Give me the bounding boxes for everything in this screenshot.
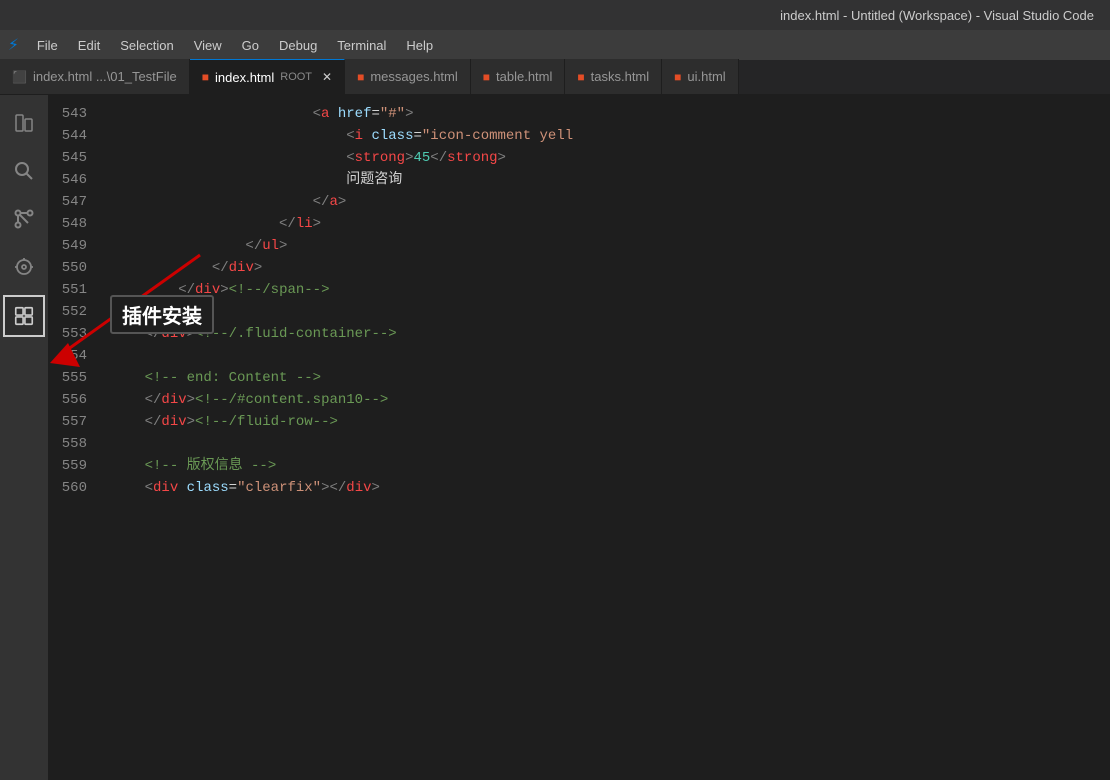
tab-badge: ROOT — [280, 71, 312, 83]
source-control-icon[interactable] — [4, 199, 44, 239]
tab-bar: ⬛ index.html ...\01_TestFile ■ index.htm… — [0, 60, 1110, 95]
code-content: <a href="#"> <i class="icon-comment yell… — [103, 103, 1110, 780]
line-num-545: 545 — [48, 147, 87, 169]
line-num-549: 549 — [48, 235, 87, 257]
code-line-547: </a> — [111, 191, 1110, 213]
menu-file[interactable]: File — [27, 34, 68, 57]
vscode-logo: ⚡ — [8, 34, 19, 56]
debug-icon[interactable] — [4, 247, 44, 287]
code-line-548: </li> — [111, 213, 1110, 235]
line-num-556: 556 — [48, 389, 87, 411]
code-line-554 — [111, 345, 1110, 367]
line-num-555: 555 — [48, 367, 87, 389]
line-num-552: 552 — [48, 301, 87, 323]
line-num-546: 546 — [48, 169, 87, 191]
code-editor[interactable]: 543 544 545 546 547 548 549 550 551 552 … — [48, 95, 1110, 780]
line-num-559: 559 — [48, 455, 87, 477]
code-line-549: </ul> — [111, 235, 1110, 257]
menu-go[interactable]: Go — [232, 34, 269, 57]
editor-area: 543 544 545 546 547 548 549 550 551 552 … — [48, 95, 1110, 780]
line-num-557: 557 — [48, 411, 87, 433]
code-line-555: <!-- end: Content --> — [111, 367, 1110, 389]
menu-help[interactable]: Help — [396, 34, 443, 57]
tab-label-6: ui.html — [687, 69, 725, 84]
title-bar: index.html - Untitled (Workspace) - Visu… — [0, 0, 1110, 30]
tab-label-1: index.html ...\01_TestFile — [33, 69, 177, 84]
line-num-550: 550 — [48, 257, 87, 279]
menu-selection[interactable]: Selection — [110, 34, 183, 57]
line-num-560: 560 — [48, 477, 87, 499]
code-line-559: <!-- 版权信息 --> — [111, 455, 1110, 477]
line-num-551: 551 — [48, 279, 87, 301]
tab-messages[interactable]: ■ messages.html — [345, 59, 471, 94]
code-line-546: 问题咨询 — [111, 169, 1110, 191]
extensions-icon[interactable] — [3, 295, 45, 337]
tab-label-2: index.html — [215, 70, 274, 85]
search-icon[interactable] — [4, 151, 44, 191]
tab-ui[interactable]: ■ ui.html — [662, 59, 739, 94]
tab-label-4: table.html — [496, 69, 552, 84]
menu-view[interactable]: View — [184, 34, 232, 57]
code-line-545: <strong>45</strong> — [111, 147, 1110, 169]
tab-index-root[interactable]: ■ index.html ROOT ✕ — [190, 59, 345, 94]
menu-debug[interactable]: Debug — [269, 34, 327, 57]
line-num-547: 547 — [48, 191, 87, 213]
tab-icon-4: ■ — [483, 70, 490, 84]
menu-edit[interactable]: Edit — [68, 34, 110, 57]
tab-icon-3: ■ — [357, 70, 364, 84]
tab-label-5: tasks.html — [591, 69, 650, 84]
code-line-557: </div><!--/fluid-row--> — [111, 411, 1110, 433]
tab-close-2[interactable]: ✕ — [322, 70, 332, 84]
editor-wrapper: 543 544 545 546 547 548 549 550 551 552 … — [0, 95, 1110, 780]
tab-index-testfile[interactable]: ⬛ index.html ...\01_TestFile — [0, 59, 190, 94]
code-line-552: </div> — [111, 301, 1110, 323]
explorer-icon[interactable] — [4, 103, 44, 143]
line-num-553: 553 — [48, 323, 87, 345]
menu-terminal[interactable]: Terminal — [327, 34, 396, 57]
tab-icon-5: ■ — [577, 70, 584, 84]
code-line-558 — [111, 433, 1110, 455]
code-line-560: <div class="clearfix"></div> — [111, 477, 1110, 499]
main-layout: 543 544 545 546 547 548 549 550 551 552 … — [0, 95, 1110, 780]
title-bar-text: index.html - Untitled (Workspace) - Visu… — [780, 8, 1094, 23]
tab-icon-6: ■ — [674, 70, 681, 84]
line-num-554: 554 — [48, 345, 87, 367]
code-line-551: </div><!--/span--> — [111, 279, 1110, 301]
code-line-544: <i class="icon-comment yell — [111, 125, 1110, 147]
tab-tasks[interactable]: ■ tasks.html — [565, 59, 662, 94]
activity-bar — [0, 95, 48, 780]
line-num-558: 558 — [48, 433, 87, 455]
code-line-553: </div><!--/.fluid-container--> — [111, 323, 1110, 345]
line-numbers: 543 544 545 546 547 548 549 550 551 552 … — [48, 103, 103, 780]
tab-icon-1: ⬛ — [12, 70, 27, 84]
line-num-548: 548 — [48, 213, 87, 235]
line-num-543: 543 — [48, 103, 87, 125]
code-line-550: </div> — [111, 257, 1110, 279]
tab-icon-2: ■ — [202, 70, 209, 84]
code-line-543: <a href="#"> — [111, 103, 1110, 125]
menu-bar: ⚡ File Edit Selection View Go Debug Term… — [0, 30, 1110, 60]
tab-label-3: messages.html — [370, 69, 457, 84]
code-line-556: </div><!--/#content.span10--> — [111, 389, 1110, 411]
tab-table[interactable]: ■ table.html — [471, 59, 566, 94]
line-num-544: 544 — [48, 125, 87, 147]
